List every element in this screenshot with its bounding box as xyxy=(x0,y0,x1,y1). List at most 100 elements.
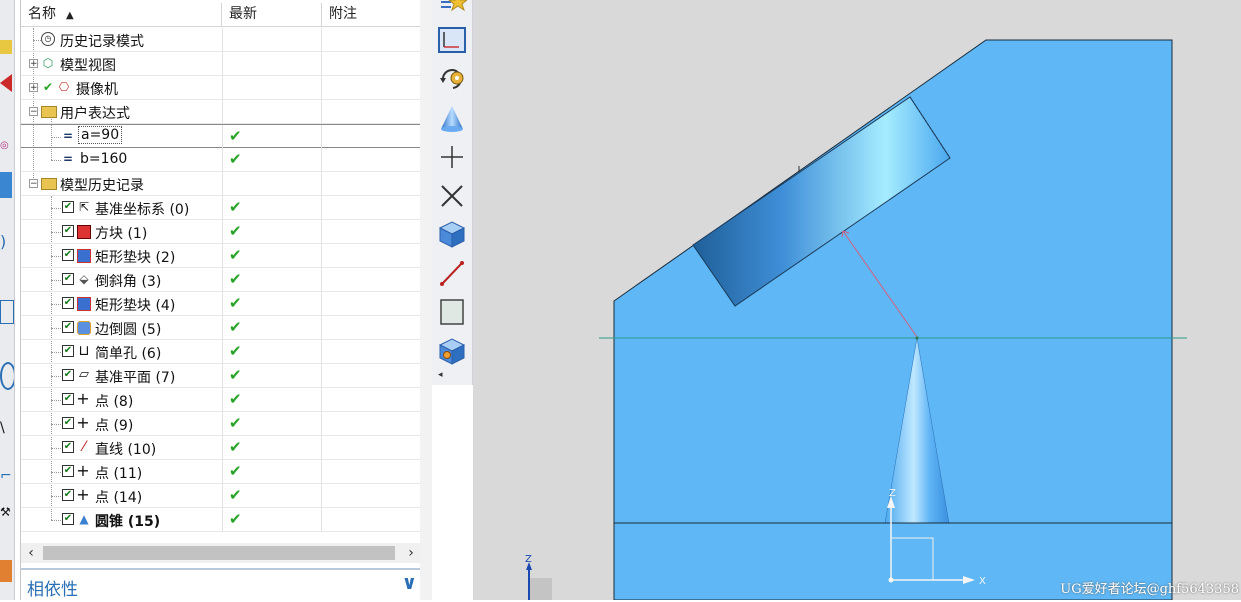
latest-check-icon: ✔ xyxy=(229,462,242,480)
feature-checkbox[interactable]: ✔ xyxy=(62,489,74,501)
tree-row-feature[interactable]: ✔ ⁄ 直线 (10) ✔ xyxy=(21,436,421,460)
tree-label: 模型历史记录 xyxy=(60,178,144,194)
model-view[interactable]: Z X Z xyxy=(473,0,1241,600)
blue-panel-icon[interactable] xyxy=(0,172,12,198)
feature-checkbox[interactable]: ✔ xyxy=(62,321,74,333)
scrollbar-thumb[interactable] xyxy=(43,546,395,560)
tree-row-feature[interactable]: ✔ 边倒圆 (5) ✔ xyxy=(21,316,421,340)
tree-row-feature[interactable]: ✔ ⇱ 基准坐标系 (0) ✔ xyxy=(21,196,421,220)
chevron-down-icon[interactable]: ∨ xyxy=(402,572,417,594)
cone-apex-point[interactable] xyxy=(915,336,919,340)
latest-check-icon: ✔ xyxy=(229,414,242,432)
tree-row-feature[interactable]: ✔ 矩形垫块 (2) ✔ xyxy=(21,244,421,268)
feature-checkbox[interactable]: ✔ xyxy=(62,297,74,309)
tree-label: 摄像机 xyxy=(76,82,118,98)
latest-check-icon: ✔ xyxy=(229,486,242,504)
column-name-header[interactable]: 名称 ▲ xyxy=(21,3,222,26)
csys-icon[interactable] xyxy=(437,26,467,56)
latest-check-icon: ✔ xyxy=(229,270,242,288)
pen-icon[interactable]: \ xyxy=(0,420,12,440)
dependency-panel[interactable]: 相依性 ∨ xyxy=(21,568,421,602)
rotate-gear-icon[interactable] xyxy=(437,62,467,92)
graphics-window[interactable]: Z X Z UG爱好者论坛@ghf5643358 xyxy=(473,0,1241,600)
scroll-right-icon[interactable]: › xyxy=(401,543,421,563)
tree-line xyxy=(51,304,61,305)
tree-row-feature[interactable]: ✔ + 点 (9) ✔ xyxy=(21,412,421,436)
tree-row-feature[interactable]: ✔ 方块 (1) ✔ xyxy=(21,220,421,244)
clock-icon: ◷ xyxy=(41,32,55,46)
column-note-header[interactable]: 附注 xyxy=(322,3,421,26)
clock-icon[interactable] xyxy=(0,362,14,390)
tree-line xyxy=(51,280,61,281)
feature-checkbox[interactable]: ✔ xyxy=(62,369,74,381)
tree-row-expression-b[interactable]: = b=160 ✔ xyxy=(21,148,421,172)
tree-line xyxy=(51,328,61,329)
tool-icon[interactable]: ⌐ xyxy=(0,468,12,488)
feature-checkbox[interactable]: ✔ xyxy=(62,513,74,525)
feature-checkbox[interactable]: ✔ xyxy=(62,417,74,429)
view-triad[interactable]: Z xyxy=(525,554,552,600)
tree-label: 用户表达式 xyxy=(60,106,130,122)
tree-label: 模型视图 xyxy=(60,58,116,74)
tree-row-expression-a[interactable]: = a=90 ✔ xyxy=(21,124,421,149)
tree-row-feature[interactable]: ✔ ⬙ 倒斜角 (3) ✔ xyxy=(21,268,421,292)
signal-icon[interactable]: ) xyxy=(0,232,12,254)
tree-row-feature[interactable]: ✔ 矩形垫块 (4) ✔ xyxy=(21,292,421,316)
tree-row-cameras[interactable]: + ✔ ⎔ 摄像机 xyxy=(21,76,421,100)
tree-label: 基准坐标系 (0) xyxy=(95,202,190,218)
latest-cell: ✔ xyxy=(222,292,322,316)
point-icon[interactable] xyxy=(437,142,467,172)
column-latest-header[interactable]: 最新 xyxy=(222,3,322,26)
cross-icon[interactable] xyxy=(437,181,467,211)
tree-row-feature[interactable]: ✔ ▱ 基准平面 (7) ✔ xyxy=(21,364,421,388)
collapse-icon[interactable]: − xyxy=(29,107,38,117)
line-icon[interactable] xyxy=(437,258,467,288)
tree-line xyxy=(51,352,61,353)
plane-icon[interactable] xyxy=(437,297,467,327)
tree-row-history-mode[interactable]: ◷ 历史记录模式 xyxy=(21,28,421,52)
chamfer-icon: ⬙ xyxy=(79,272,89,286)
star-menu-icon[interactable] xyxy=(437,0,467,22)
collapse-icon[interactable]: − xyxy=(29,179,38,189)
tree-row-model-history[interactable]: − 模型历史记录 xyxy=(21,172,421,196)
tree-row-model-views[interactable]: + ⬡ 模型视图 xyxy=(21,52,421,76)
wrench-icon[interactable]: ⚒ xyxy=(0,505,12,521)
block-icon[interactable] xyxy=(437,219,467,249)
feature-checkbox[interactable]: ✔ xyxy=(62,273,74,285)
target-icon[interactable]: ◎ xyxy=(0,140,12,152)
tree-row-feature[interactable]: ✔ ⊔ 简单孔 (6) ✔ xyxy=(21,340,421,364)
camera-icon: ⎔ xyxy=(58,80,70,94)
scroll-left-icon[interactable]: ‹ xyxy=(21,543,41,563)
tree-row-user-expressions[interactable]: − 用户表达式 xyxy=(21,100,421,124)
navigator-tree: ◷ 历史记录模式 + ⬡ 模型视图 + ✔ ⎔ 摄像机 − 用户表达式 = a=… xyxy=(21,28,421,538)
model-view-icon: ⬡ xyxy=(42,56,54,70)
latest-cell xyxy=(222,76,322,100)
hole-block-icon[interactable] xyxy=(437,336,467,366)
more-icon[interactable]: ◂ xyxy=(438,370,443,380)
feature-checkbox[interactable]: ✔ xyxy=(62,201,74,213)
folder-icon[interactable] xyxy=(0,40,12,54)
feature-checkbox[interactable]: ✔ xyxy=(62,465,74,477)
feature-checkbox[interactable]: ✔ xyxy=(62,345,74,357)
image-icon[interactable] xyxy=(0,560,12,582)
horizontal-scrollbar[interactable]: ‹ › xyxy=(21,543,421,563)
tree-row-feature[interactable]: ✔ ▲ 圆锥 (15) ✔ xyxy=(21,508,421,532)
cone-icon[interactable] xyxy=(437,104,467,134)
tree-label: b=160 xyxy=(80,151,128,167)
tree-row-feature[interactable]: ✔ + 点 (14) ✔ xyxy=(21,484,421,508)
panel-divider[interactable] xyxy=(420,0,432,600)
feature-checkbox[interactable]: ✔ xyxy=(62,225,74,237)
expand-icon[interactable]: + xyxy=(29,83,38,93)
expand-icon[interactable]: + xyxy=(29,59,38,69)
tree-row-feature[interactable]: ✔ + 点 (8) ✔ xyxy=(21,388,421,412)
tree-row-feature[interactable]: ✔ + 点 (11) ✔ xyxy=(21,460,421,484)
latest-cell xyxy=(222,172,322,196)
red-arrow-icon[interactable] xyxy=(0,74,12,92)
page-icon[interactable] xyxy=(0,300,14,324)
feature-checkbox[interactable]: ✔ xyxy=(62,249,74,261)
edge-blend-icon xyxy=(77,321,91,335)
tree-line xyxy=(33,40,41,41)
feature-checkbox[interactable]: ✔ xyxy=(62,393,74,405)
latest-cell: ✔ xyxy=(222,484,322,508)
feature-checkbox[interactable]: ✔ xyxy=(62,441,74,453)
